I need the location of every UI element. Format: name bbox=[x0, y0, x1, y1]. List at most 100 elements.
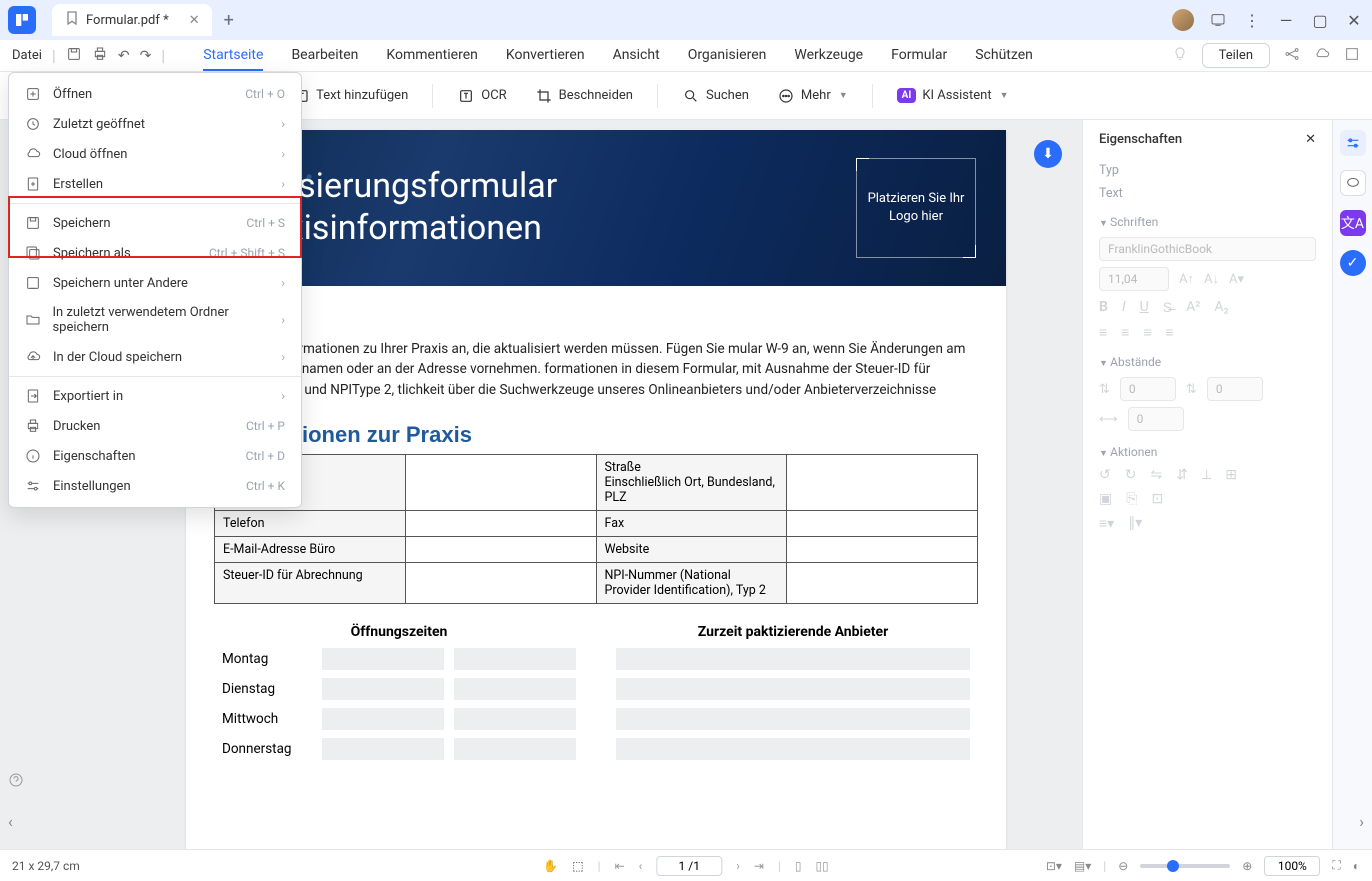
font-size-input[interactable]: 11,04 bbox=[1099, 267, 1169, 291]
tab-ansicht[interactable]: Ansicht bbox=[613, 41, 660, 71]
fonts-section[interactable]: Schriften bbox=[1099, 215, 1316, 229]
menu-properties[interactable]: Eigenschaften Ctrl + D bbox=[9, 441, 301, 471]
last-page-icon[interactable]: ⇥ bbox=[754, 859, 764, 873]
align-justify-icon[interactable]: ≡ bbox=[1166, 324, 1174, 341]
single-page-icon[interactable]: ▯ bbox=[795, 859, 802, 873]
font-name-input[interactable]: FranklinGothicBook bbox=[1099, 237, 1316, 261]
print-icon[interactable] bbox=[92, 46, 108, 66]
zoom-input[interactable] bbox=[1264, 856, 1320, 876]
group-icon[interactable]: ⊡ bbox=[1151, 491, 1163, 507]
distribute-icon[interactable]: ∥▾ bbox=[1128, 515, 1142, 532]
collapse-left-icon[interactable]: ‹ bbox=[8, 812, 24, 831]
collapse-right-icon[interactable]: › bbox=[1359, 812, 1364, 831]
first-page-icon[interactable]: ⇤ bbox=[615, 859, 625, 873]
document-tab[interactable]: Formular.pdf * ✕ bbox=[52, 4, 212, 36]
fit-width-icon[interactable]: ⊡▾ bbox=[1046, 859, 1062, 873]
rotate-left-icon[interactable]: ↺ bbox=[1099, 467, 1111, 483]
align-left-icon[interactable]: ≡ bbox=[1099, 324, 1107, 341]
menu-save-as[interactable]: Speichern als Ctrl + Shift + S bbox=[9, 238, 301, 268]
hand-tool-icon[interactable]: ✋ bbox=[543, 859, 558, 873]
file-menu-button[interactable]: Datei bbox=[12, 48, 42, 63]
ocr-button[interactable]: OCR bbox=[447, 81, 516, 111]
menu-save[interactable]: Speichern Ctrl + S bbox=[9, 208, 301, 238]
tab-werkzeuge[interactable]: Werkzeuge bbox=[794, 41, 863, 71]
menu-export[interactable]: Exportiert in › bbox=[9, 381, 301, 411]
view-mode-icon[interactable]: ▤▾ bbox=[1074, 859, 1091, 873]
menu-create[interactable]: Erstellen › bbox=[9, 169, 301, 199]
close-tab-icon[interactable]: ✕ bbox=[189, 13, 200, 28]
ai-assistant-button[interactable]: AI KI Assistent▼ bbox=[887, 82, 1019, 109]
flip-h-icon[interactable]: ⇋ bbox=[1150, 467, 1162, 483]
select-tool-icon[interactable]: ⬚ bbox=[572, 859, 583, 873]
prev-page-icon[interactable]: ‹ bbox=[639, 859, 643, 873]
menu-save-other[interactable]: Speichern unter Andere › bbox=[9, 268, 301, 298]
network-icon[interactable] bbox=[1284, 46, 1300, 66]
rotate-right-icon[interactable]: ↻ bbox=[1125, 467, 1137, 483]
share-button[interactable]: Teilen bbox=[1202, 43, 1270, 68]
undo-icon[interactable]: ↶ bbox=[118, 48, 130, 64]
properties-strip-icon[interactable] bbox=[1340, 130, 1366, 156]
actions-section[interactable]: Aktionen bbox=[1099, 445, 1316, 459]
crop-button[interactable]: Beschneiden bbox=[525, 81, 643, 111]
tab-konvertieren[interactable]: Konvertieren bbox=[506, 41, 585, 71]
increase-font-icon[interactable]: A↑ bbox=[1179, 271, 1194, 287]
menu-settings[interactable]: Einstellungen Ctrl + K bbox=[9, 471, 301, 501]
replace-icon[interactable]: ⊞ bbox=[1225, 467, 1237, 483]
redo-icon[interactable]: ↷ bbox=[140, 48, 152, 64]
align-objects-icon[interactable]: ≡▾ bbox=[1099, 515, 1114, 532]
zoom-out-icon[interactable]: ⊖ bbox=[1118, 859, 1128, 873]
menu-save-recent-folder[interactable]: In zuletzt verwendetem Ordner speichern … bbox=[9, 298, 301, 342]
help-icon[interactable] bbox=[8, 772, 24, 792]
align-center-icon[interactable]: ≡ bbox=[1121, 324, 1129, 341]
copy-icon[interactable]: ⎘ bbox=[1126, 491, 1137, 507]
fullscreen-icon[interactable]: ⛶ bbox=[1332, 858, 1340, 873]
kebab-menu-icon[interactable]: ⋮ bbox=[1242, 10, 1262, 30]
menu-save-cloud[interactable]: In der Cloud speichern › bbox=[9, 342, 301, 372]
feedback-icon[interactable] bbox=[1208, 10, 1228, 30]
expand-icon[interactable] bbox=[1344, 46, 1360, 66]
chat-strip-icon[interactable] bbox=[1340, 170, 1366, 196]
cloud-icon[interactable] bbox=[1314, 46, 1330, 66]
more-button[interactable]: Mehr▼ bbox=[767, 81, 858, 111]
tab-organisieren[interactable]: Organisieren bbox=[688, 41, 767, 71]
spacing-section[interactable]: Abstände bbox=[1099, 355, 1316, 369]
check-strip-icon[interactable] bbox=[1340, 250, 1366, 276]
app-logo-icon[interactable] bbox=[8, 6, 36, 34]
maximize-icon[interactable]: ▢ bbox=[1310, 10, 1330, 30]
reading-mode-icon[interactable]: ◐ bbox=[1353, 859, 1360, 873]
close-window-icon[interactable]: ✕ bbox=[1344, 10, 1364, 30]
tab-kommentieren[interactable]: Kommentieren bbox=[386, 41, 477, 71]
menu-recent[interactable]: Zuletzt geöffnet › bbox=[9, 109, 301, 139]
tab-startseite[interactable]: Startseite bbox=[203, 41, 263, 71]
tab-formular[interactable]: Formular bbox=[891, 41, 947, 71]
extract-icon[interactable]: ▣ bbox=[1099, 491, 1112, 507]
strikethrough-icon[interactable]: S̶ bbox=[1163, 299, 1172, 316]
search-button[interactable]: Suchen bbox=[672, 81, 759, 111]
zoom-slider[interactable] bbox=[1140, 864, 1230, 868]
close-panel-icon[interactable]: ✕ bbox=[1305, 132, 1316, 147]
menu-open[interactable]: Öffnen Ctrl + O bbox=[9, 79, 301, 109]
align-right-icon[interactable]: ≡ bbox=[1143, 324, 1151, 341]
menu-print[interactable]: Drucken Ctrl + P bbox=[9, 411, 301, 441]
save-icon[interactable] bbox=[66, 46, 82, 66]
menu-cloud-open[interactable]: Cloud öffnen › bbox=[9, 139, 301, 169]
crop-action-icon[interactable]: ⟂ bbox=[1202, 467, 1211, 483]
bold-icon[interactable]: B bbox=[1099, 299, 1108, 316]
add-text-button[interactable]: Text hinzufügen bbox=[282, 81, 418, 111]
subscript-icon[interactable]: A₂ bbox=[1214, 299, 1228, 316]
flip-v-icon[interactable]: ⇵ bbox=[1176, 467, 1188, 483]
zoom-in-icon[interactable]: ⊕ bbox=[1242, 859, 1252, 873]
add-tab-button[interactable]: + bbox=[224, 10, 234, 31]
underline-icon[interactable]: U bbox=[1140, 299, 1149, 316]
two-page-icon[interactable]: ▯▯ bbox=[815, 859, 828, 873]
lightbulb-icon[interactable] bbox=[1172, 46, 1188, 66]
user-avatar[interactable] bbox=[1172, 9, 1194, 31]
page-number-input[interactable] bbox=[656, 856, 722, 876]
next-page-icon[interactable]: › bbox=[736, 859, 740, 873]
italic-icon[interactable]: I bbox=[1122, 299, 1126, 316]
tab-bearbeiten[interactable]: Bearbeiten bbox=[291, 41, 358, 71]
translate-strip-icon[interactable]: 文A bbox=[1340, 210, 1366, 236]
font-color-icon[interactable]: A▾ bbox=[1229, 272, 1244, 287]
decrease-font-icon[interactable]: A↓ bbox=[1204, 271, 1219, 287]
tab-schuetzen[interactable]: Schützen bbox=[975, 41, 1033, 71]
